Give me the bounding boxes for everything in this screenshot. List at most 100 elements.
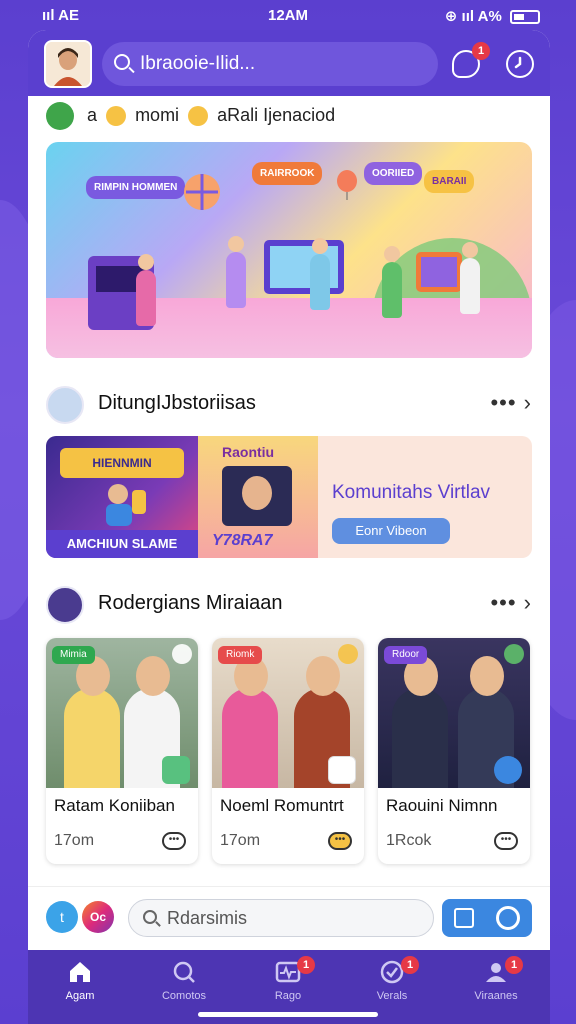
person-figure bbox=[226, 236, 246, 308]
instagram-icon[interactable]: Oc bbox=[82, 901, 114, 933]
profile-avatar[interactable] bbox=[44, 40, 92, 88]
tab-badge: 1 bbox=[505, 956, 523, 974]
card-badge-icon bbox=[162, 756, 190, 784]
chat-icon[interactable]: ••• bbox=[494, 832, 518, 850]
chat-icon[interactable]: ••• bbox=[162, 832, 186, 850]
action-buttons[interactable] bbox=[442, 899, 532, 937]
more-dots: ••• bbox=[490, 390, 517, 415]
tab-label: Comotos bbox=[161, 990, 207, 1002]
search-icon bbox=[114, 54, 130, 70]
tab-profile[interactable]: 1 Viraanes bbox=[444, 950, 548, 1024]
balloon-icon bbox=[337, 170, 357, 200]
globe-icon bbox=[184, 174, 220, 210]
bottom-search-input[interactable]: Rdarsimis bbox=[128, 899, 434, 937]
person-card[interactable]: Rdoor Raouini Nimnn 1Rcok ••• bbox=[378, 638, 530, 864]
section-title: DitungIJbstoriisas bbox=[98, 392, 256, 414]
card-badge-icon bbox=[494, 756, 522, 784]
corner-icon bbox=[504, 644, 524, 664]
clock-icon[interactable] bbox=[506, 50, 534, 78]
card-thumbnail-mid: Raontiu Y78RA7 bbox=[198, 436, 318, 558]
story-text-b: momi bbox=[135, 104, 180, 125]
person-card[interactable]: Mimia Ratam Koniiban 17om ••• bbox=[46, 638, 198, 864]
tablet-icon bbox=[416, 252, 462, 292]
chat-icon[interactable]: ••• bbox=[328, 832, 352, 850]
card-pill: Rdoor bbox=[384, 646, 428, 664]
story-text-a: a bbox=[87, 104, 98, 125]
person-figure bbox=[136, 254, 156, 326]
tab-label: Viraanes bbox=[474, 990, 518, 1002]
tab-label: Verals bbox=[376, 990, 408, 1002]
speech-bubble: RIMPIN HOMMEN bbox=[86, 176, 186, 199]
tab-home[interactable]: Agam bbox=[28, 950, 132, 1024]
notification-badge: 1 bbox=[472, 42, 490, 60]
more-button[interactable]: ••• › bbox=[490, 390, 532, 416]
search-text: Ibraooie-Ilid... bbox=[140, 53, 256, 74]
chat-icon[interactable]: 1 bbox=[452, 42, 490, 78]
more-button[interactable]: ••• › bbox=[490, 590, 532, 616]
section-title: Rodergians Miraiaan bbox=[98, 592, 283, 614]
hero-banner[interactable]: RIMPIN HOMMEN RAIRROOK OORIIED BARAII bbox=[46, 142, 532, 358]
tab-label: Rago bbox=[274, 990, 302, 1002]
status-icons: ⊕ ııl A% bbox=[444, 8, 502, 25]
bottom-search-row: t Oc Rdarsimis bbox=[28, 886, 550, 950]
status-bar: ııl AE 12AM ⊕ ııl A% bbox=[0, 0, 576, 30]
speech-bubble: OORIIED bbox=[364, 162, 423, 185]
story-text-c: aRali Ijenaciod bbox=[217, 104, 336, 125]
section-header: Rodergians Miraiaan ••• › bbox=[46, 584, 532, 624]
thumbnail-subtitle: Y78RA7 bbox=[212, 532, 273, 549]
bottom-search-text: Rdarsimis bbox=[167, 908, 248, 928]
card-time: 1Rcok bbox=[386, 832, 432, 849]
top-search-bar[interactable]: Ibraooie-Ilid... bbox=[102, 42, 438, 86]
gamer-figure-icon bbox=[106, 484, 146, 526]
tab-icon-wrap: 1 bbox=[275, 956, 315, 984]
card-time: 17om bbox=[220, 832, 261, 849]
story-avatar-icon bbox=[46, 102, 74, 130]
search-icon bbox=[143, 910, 157, 924]
tab-label: Agam bbox=[65, 990, 95, 1002]
battery-icon bbox=[510, 10, 540, 25]
thumbnail-tag: HIENNMIN bbox=[60, 448, 184, 478]
top-header: Ibraooie-Ilid... 1 bbox=[28, 30, 550, 96]
presenter-portrait bbox=[222, 466, 292, 526]
person-card[interactable]: Riomk Noeml Romuntrt 17om ••• bbox=[212, 638, 364, 864]
speech-bubble: RAIRROOK bbox=[252, 162, 323, 185]
tab-badge: 1 bbox=[297, 956, 315, 974]
avatar-image bbox=[46, 42, 90, 86]
tab-icon-wrap: 1 bbox=[379, 956, 419, 984]
card-title: Komunitahs Virtlav bbox=[332, 482, 491, 503]
card-name: Raouini Nimnn bbox=[386, 796, 498, 815]
home-icon bbox=[70, 962, 90, 982]
speech-bubble: BARAII bbox=[424, 170, 475, 193]
tab-icon-wrap: 1 bbox=[483, 956, 523, 984]
square-icon[interactable] bbox=[454, 908, 474, 928]
card-badge-icon bbox=[328, 756, 356, 784]
card-action-button[interactable]: Eonr Vibeon bbox=[332, 518, 450, 544]
person-figure bbox=[310, 238, 330, 310]
emoji-icon bbox=[188, 106, 209, 126]
person-figure bbox=[64, 656, 120, 788]
thumbnail-bar: AMCHIUN SLAME bbox=[46, 530, 198, 558]
card-name: Noeml Romuntrt bbox=[220, 796, 344, 815]
section-avatar bbox=[46, 586, 84, 624]
corner-icon bbox=[338, 644, 358, 664]
person-figure bbox=[392, 656, 448, 788]
thumbnail-tag: Raontiu bbox=[222, 444, 275, 460]
status-right: ⊕ ııl A% bbox=[445, 7, 540, 25]
card-pill: Riomk bbox=[218, 646, 263, 664]
stories-row[interactable]: a momi aRali Ijenaciod bbox=[46, 102, 335, 130]
card-pill: Mimia bbox=[52, 646, 95, 664]
clock-hands bbox=[514, 56, 522, 69]
tab-badge: 1 bbox=[401, 956, 419, 974]
community-card[interactable]: HIENNMIN AMCHIUN SLAME Raontiu Y78RA7 Ko… bbox=[46, 436, 532, 558]
settings-icon[interactable] bbox=[496, 906, 520, 930]
section-avatar bbox=[46, 386, 84, 424]
twitter-icon[interactable]: t bbox=[46, 901, 78, 933]
people-cards: Mimia Ratam Koniiban 17om ••• Riomk Noem… bbox=[46, 638, 532, 864]
person-figure bbox=[382, 246, 402, 318]
corner-icon bbox=[172, 644, 192, 664]
card-time: 17om bbox=[54, 832, 95, 849]
person-figure bbox=[222, 656, 278, 788]
more-dots: ••• bbox=[490, 590, 517, 615]
card-name: Ratam Koniiban bbox=[54, 796, 175, 815]
app-window: Ibraooie-Ilid... 1 a momi aRali Ijenacio… bbox=[28, 30, 550, 950]
